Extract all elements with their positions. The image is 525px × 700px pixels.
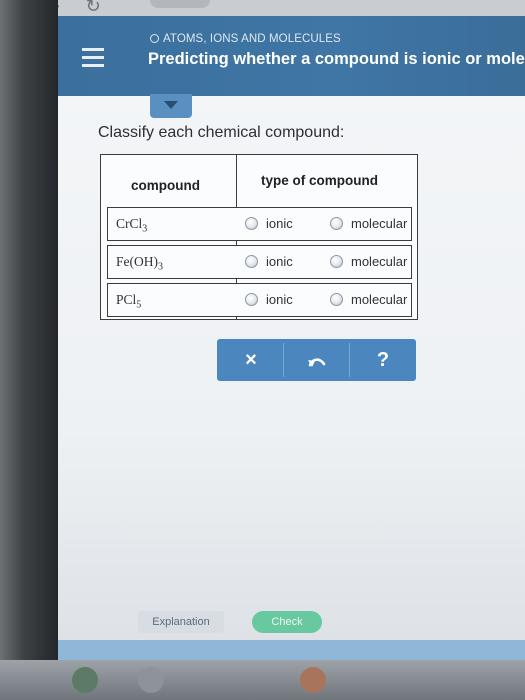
topic-breadcrumb: ATOMS, IONS AND MOLECULES (150, 33, 341, 45)
action-divider (349, 343, 350, 377)
browser-top-bar: ← → ↻ (0, 0, 525, 17)
option-ionic[interactable]: ionic (245, 292, 293, 307)
option-ionic[interactable]: ionic (245, 216, 293, 231)
taskbar-app-icon[interactable] (72, 667, 98, 693)
collapse-tab[interactable] (150, 94, 192, 118)
radio-icon[interactable] (245, 293, 258, 306)
page-title: Predicting whether a compound is ionic o… (148, 50, 525, 68)
topic-label: ATOMS, IONS AND MOLECULES (163, 33, 341, 45)
compound-formula: PCl5 (116, 292, 142, 311)
compound-formula: Fe(OH)3 (116, 254, 163, 273)
radio-icon[interactable] (330, 217, 343, 230)
option-molecular[interactable]: molecular (330, 216, 407, 231)
answer-action-bar: × ? (217, 339, 416, 381)
option-molecular[interactable]: molecular (330, 292, 407, 307)
table-row: Fe(OH)3 ionic molecular (107, 245, 412, 279)
action-divider (283, 343, 284, 377)
option-molecular[interactable]: molecular (330, 254, 407, 269)
help-button[interactable]: ? (351, 339, 415, 381)
monitor-bezel (0, 0, 58, 700)
browser-tab[interactable] (150, 0, 210, 8)
explanation-button[interactable]: Explanation (138, 611, 224, 633)
hamburger-menu-icon[interactable] (82, 48, 104, 70)
taskbar-app-icon[interactable] (138, 667, 164, 693)
chevron-down-icon (164, 101, 178, 109)
clear-button[interactable]: × (219, 339, 283, 381)
topic-status-icon (150, 34, 159, 43)
check-button[interactable]: Check (252, 611, 322, 633)
radio-icon[interactable] (330, 293, 343, 306)
radio-icon[interactable] (245, 217, 258, 230)
radio-icon[interactable] (330, 255, 343, 268)
column-header-type: type of compound (261, 173, 378, 188)
compound-table: compound type of compound CrCl3 ionic mo… (100, 154, 418, 320)
option-ionic[interactable]: ionic (245, 254, 293, 269)
column-header-compound: compound (131, 178, 200, 193)
question-prompt: Classify each chemical compound: (98, 124, 345, 141)
undo-icon (308, 358, 326, 367)
radio-icon[interactable] (245, 255, 258, 268)
table-row: CrCl3 ionic molecular (107, 207, 412, 241)
undo-button[interactable] (285, 339, 349, 381)
table-row: PCl5 ionic molecular (107, 283, 412, 317)
compound-formula: CrCl3 (116, 216, 148, 235)
taskbar-app-icon[interactable] (300, 667, 326, 693)
footer-strip (58, 640, 525, 660)
